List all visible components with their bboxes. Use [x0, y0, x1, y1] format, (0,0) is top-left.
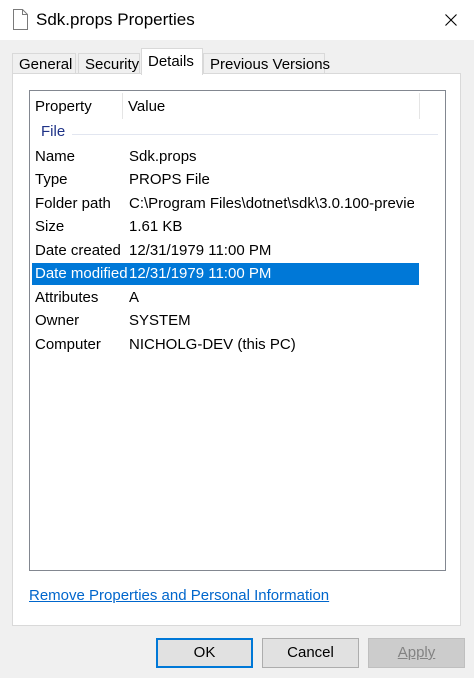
window-title: Sdk.props Properties — [36, 10, 195, 29]
details-list[interactable]: Property Value File Name Sdk.props Type … — [29, 90, 446, 571]
property-value: A — [129, 289, 140, 306]
column-divider[interactable] — [419, 93, 420, 119]
property-name: Attributes — [35, 289, 99, 306]
table-row[interactable]: Name Sdk.props — [32, 146, 419, 168]
property-name: Owner — [35, 312, 80, 329]
title-bar[interactable]: Sdk.props Properties — [0, 0, 474, 40]
table-row-selected[interactable]: Date modified 12/31/1979 11:00 PM — [32, 263, 419, 285]
property-value: PROPS File — [129, 171, 210, 188]
properties-dialog: Sdk.props Properties General Security De… — [0, 0, 474, 678]
property-value: NICHOLG-DEV (this PC) — [129, 336, 296, 353]
apply-button-label: Apply — [397, 644, 436, 661]
table-row[interactable]: Computer NICHOLG-DEV (this PC) — [32, 334, 419, 356]
property-value: C:\Program Files\dotnet\sdk\3.0.100-prev… — [129, 195, 414, 212]
group-divider — [72, 134, 438, 135]
property-name: Date created — [35, 242, 121, 259]
property-value: 1.61 KB — [129, 218, 183, 235]
list-header: Property Value — [30, 91, 445, 121]
property-value: 12/31/1979 11:00 PM — [129, 242, 272, 259]
property-name: Folder path — [35, 195, 111, 212]
tab-details[interactable]: Details — [141, 48, 203, 75]
close-button[interactable] — [428, 0, 474, 40]
cancel-button[interactable]: Cancel — [262, 638, 359, 668]
property-name: Type — [35, 171, 68, 188]
table-row[interactable]: Folder path C:\Program Files\dotnet\sdk\… — [32, 193, 419, 215]
property-name: Name — [35, 148, 76, 165]
ok-button[interactable]: OK — [156, 638, 253, 668]
tab-previous-versions[interactable]: Previous Versions — [203, 53, 330, 74]
document-icon — [13, 9, 28, 30]
table-row[interactable]: Date created 12/31/1979 11:00 PM — [32, 240, 419, 262]
apply-button[interactable]: Apply — [368, 638, 465, 668]
property-name: Computer — [35, 336, 101, 353]
column-divider[interactable] — [122, 93, 123, 119]
property-value: SYSTEM — [129, 312, 191, 329]
column-header-value[interactable]: Value — [128, 98, 165, 115]
table-row[interactable]: Type PROPS File — [32, 169, 419, 191]
property-name: Date modified — [35, 265, 128, 282]
property-value: 12/31/1979 11:00 PM — [129, 265, 272, 282]
property-value: Sdk.props — [129, 148, 197, 165]
tab-general[interactable]: General — [12, 53, 76, 74]
table-row[interactable]: Owner SYSTEM — [32, 310, 419, 332]
table-row[interactable]: Attributes A — [32, 287, 419, 309]
tab-security[interactable]: Security — [78, 53, 140, 74]
remove-properties-link[interactable]: Remove Properties and Personal Informati… — [29, 587, 329, 604]
table-row[interactable]: Size 1.61 KB — [32, 216, 419, 238]
group-header-file[interactable]: File — [41, 123, 65, 140]
close-icon — [445, 14, 457, 26]
details-tab-panel: Property Value File Name Sdk.props Type … — [12, 73, 461, 626]
property-name: Size — [35, 218, 65, 235]
column-header-property[interactable]: Property — [35, 98, 92, 115]
